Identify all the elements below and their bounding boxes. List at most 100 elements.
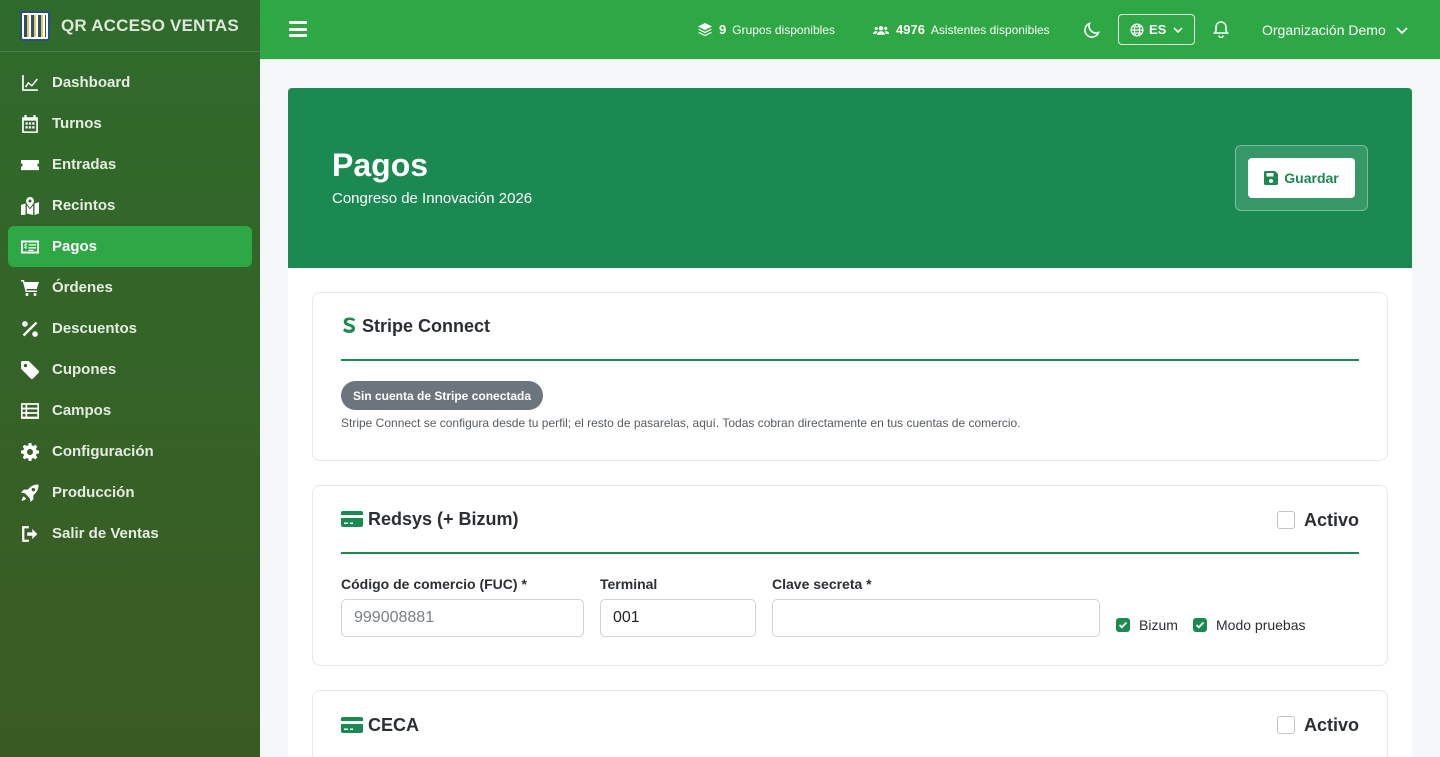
stripe-card: Stripe Connect Sin cuenta de Stripe cone… [312,292,1388,461]
stripe-title: Stripe Connect [362,315,491,336]
checkbox-unchecked[interactable] [1276,511,1295,529]
main-content: Stripe Connect Sin cuenta de Stripe cone… [288,268,1412,757]
hamburger-menu-icon[interactable] [289,21,307,37]
sidebar-item-descuentos[interactable]: Descuentos [8,308,252,349]
stripe-hint: Stripe Connect se configura desde tu per… [341,416,1021,430]
sidebar-item-label: Recintos [52,197,116,214]
card-title: Redsys (+ Bizum) [341,509,519,530]
stripe-status-badge: Sin cuenta de Stripe conectada [341,381,544,410]
sidebar-item-label: Producción [52,484,135,501]
page-subtitle: Congreso de Innovación 2026 [332,190,533,207]
checkbox-unchecked[interactable] [1276,716,1295,734]
sidebar-item-cupones[interactable]: Cupones [8,349,252,390]
bizum-checkbox[interactable]: Bizum [1116,617,1178,633]
sidebar-nav: Dashboard Turnos Entradas Recintos Pagos… [0,52,260,554]
groups-label: Grupos disponibles [732,22,835,37]
stripe-s-icon [343,317,355,333]
sidebar-item-entradas[interactable]: Entradas [8,144,252,185]
groups-count: 9 [719,22,727,37]
groups-stat: 9 Grupos disponibles [698,0,835,59]
calendar-icon [20,114,40,133]
sidebar-item-label: Descuentos [52,320,138,337]
fuc-label: Código de comercio (FUC) * [341,576,527,592]
sidebar: QR ACCESO VENTAS Dashboard Turnos Entrad… [0,0,260,757]
save-button[interactable]: Guardar [1248,158,1355,198]
credit-card-icon [341,717,363,733]
rocket-icon [20,484,40,502]
globe-icon [1130,22,1144,37]
dark-mode-toggle[interactable] [1082,20,1102,40]
page-header: Pagos Congreso de Innovación 2026 Guarda… [288,88,1412,268]
brand[interactable]: QR ACCESO VENTAS [0,0,260,52]
sidebar-item-campos[interactable]: Campos [8,390,252,431]
check-icon [1118,621,1128,629]
sidebar-item-label: Turnos [52,115,102,132]
notifications-button[interactable] [1212,20,1230,39]
checkbox-checked[interactable] [1116,618,1130,632]
layers-icon [698,22,712,36]
users-icon [873,25,889,35]
floppy-disk-icon [1264,171,1279,185]
checkbox-checked[interactable] [1193,618,1207,632]
sidebar-item-salir[interactable]: Salir de Ventas [8,513,252,554]
sidebar-item-label: Salir de Ventas [52,525,159,542]
fuc-input[interactable] [341,599,584,637]
secret-key-input[interactable] [772,599,1100,637]
brand-name: QR ACCESO VENTAS [61,15,239,35]
sidebar-item-configuracion[interactable]: Configuración [8,431,252,472]
card-title: Stripe Connect [341,316,490,337]
sidebar-item-label: Órdenes [52,279,113,296]
sidebar-item-label: Configuración [52,443,154,460]
organization-menu[interactable]: Organización Demo [1262,0,1409,59]
sidebar-item-turnos[interactable]: Turnos [8,103,252,144]
attendees-label: Asistentes disponibles [930,22,1050,37]
active-label: Activo [1303,714,1359,735]
language-code: ES [1149,22,1167,37]
ceca-title: CECA [368,714,420,735]
card-header: CECA Activo [341,691,1359,757]
terminal-input[interactable] [600,599,756,637]
ceca-active-checkbox[interactable]: Activo [1276,691,1359,757]
active-label: Activo [1303,509,1359,530]
topbar: 9 Grupos disponibles 4976 Asistentes dis… [260,0,1440,59]
moon-icon [1084,22,1100,38]
check-icon [1195,621,1205,629]
bell-icon [1213,21,1229,39]
chart-line-icon [20,74,40,92]
redsys-title: Redsys (+ Bizum) [368,508,519,529]
save-button-wrapper: Guardar [1235,145,1368,211]
bizum-label: Bizum [1139,617,1178,633]
language-selector[interactable]: ES [1118,14,1195,45]
sidebar-item-label: Cupones [52,361,117,378]
organization-name: Organización Demo [1262,21,1386,38]
list-icon [20,402,40,420]
gear-icon [20,442,40,461]
attendees-count: 4976 [896,22,925,37]
redsys-card: Redsys (+ Bizum) Activo Código de comerc… [312,485,1388,666]
sidebar-item-recintos[interactable]: Recintos [8,185,252,226]
ticket-icon [20,156,40,174]
tags-icon [20,360,40,379]
sidebar-item-label: Entradas [52,156,117,173]
terminal-label: Terminal [600,576,658,592]
page-title: Pagos [332,147,429,183]
sidebar-item-label: Dashboard [52,74,131,91]
attendees-stat: 4976 Asistentes disponibles [873,0,1050,59]
card-header: Redsys (+ Bizum) Activo [341,486,1359,554]
test-mode-checkbox[interactable]: Modo pruebas [1193,617,1306,633]
test-mode-label: Modo pruebas [1216,617,1306,633]
ceca-card: CECA Activo [312,690,1388,757]
card-title: CECA [341,715,419,736]
map-marked-icon [20,196,40,215]
save-button-label: Guardar [1284,170,1339,186]
percent-icon [20,320,40,338]
redsys-active-checkbox[interactable]: Activo [1276,486,1359,554]
card-header: Stripe Connect [341,293,1359,361]
sidebar-item-ordenes[interactable]: Órdenes [8,267,252,308]
sidebar-item-produccion[interactable]: Producción [8,472,252,513]
sidebar-item-pagos[interactable]: Pagos [8,226,252,267]
money-check-icon [20,238,40,256]
brand-logo-icon [20,10,50,41]
secret-key-label: Clave secreta * [772,576,872,592]
sidebar-item-dashboard[interactable]: Dashboard [8,62,252,103]
